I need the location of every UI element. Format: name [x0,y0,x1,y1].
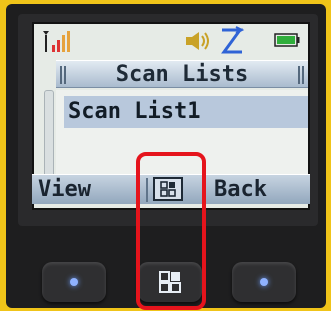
menu-key-highlight [136,152,206,310]
page-title: Scan Lists [115,62,249,87]
screen-title-bar: Scan Lists [56,60,308,88]
title-right-marker [298,66,304,84]
list-item-label: Scan List1 [68,99,201,124]
volume-icon [186,32,209,50]
left-softkey-button[interactable] [42,262,106,302]
back-softkey-label[interactable]: Back [214,175,267,205]
right-softkey-button[interactable] [232,262,296,302]
led-dot-icon [70,278,78,286]
signal-strength-icon [43,31,70,52]
view-softkey-label[interactable]: View [38,175,91,205]
talk-around-icon [221,26,245,54]
scrollbar [44,90,54,182]
status-bar [34,24,308,58]
led-dot-icon [260,278,268,286]
battery-icon [274,33,300,47]
list-item-selected[interactable]: Scan List1 [64,96,308,128]
